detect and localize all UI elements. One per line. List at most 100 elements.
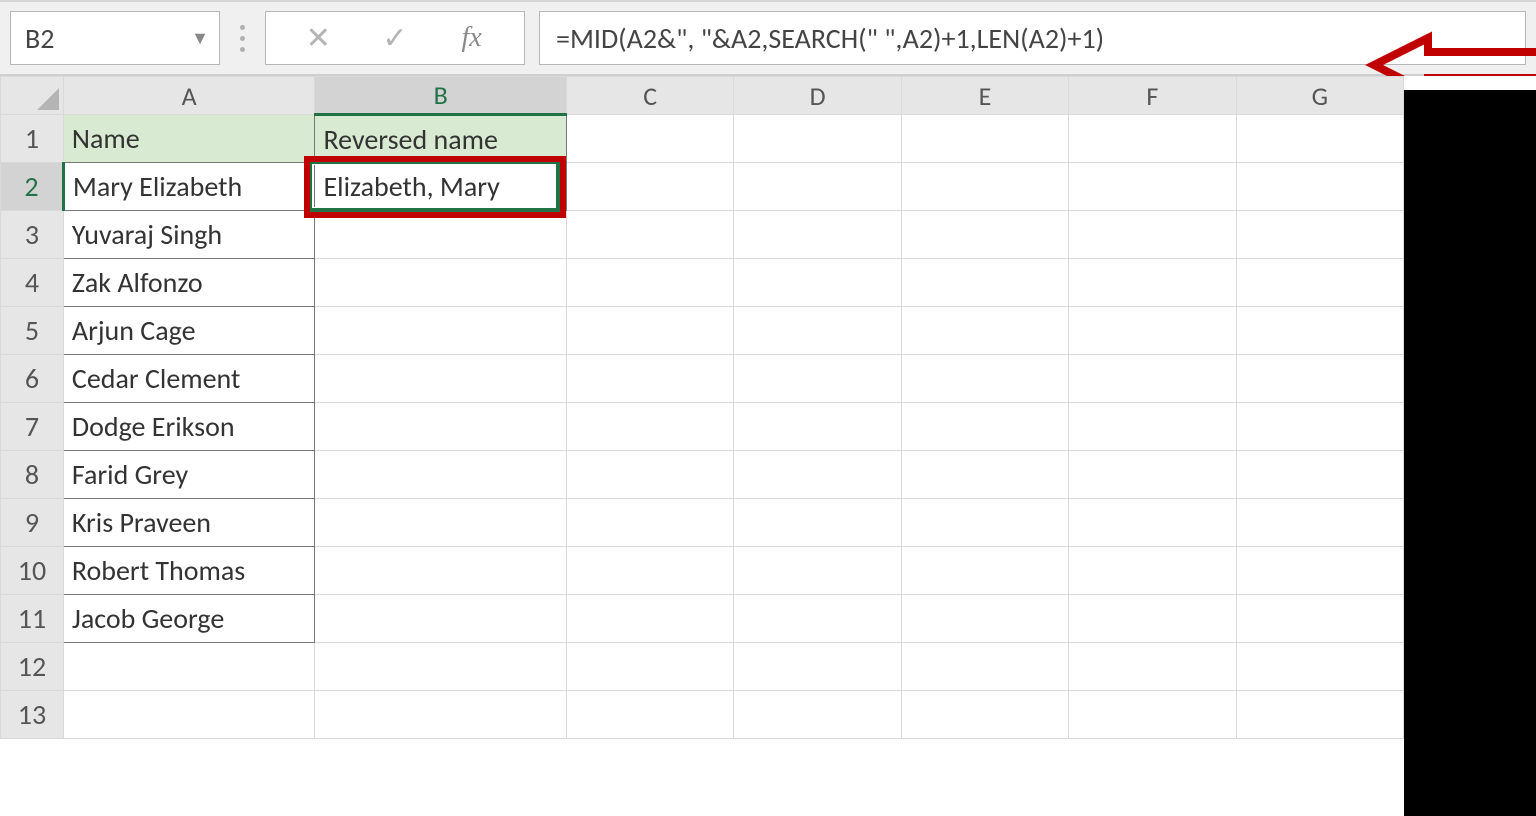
row-header[interactable]: 12 [1, 643, 64, 691]
cell-D6[interactable] [734, 355, 901, 403]
cell-C11[interactable] [567, 595, 734, 643]
cell-A7[interactable]: Dodge Erikson [63, 403, 315, 451]
resize-handle-icon[interactable] [234, 25, 251, 52]
cell-E7[interactable] [901, 403, 1068, 451]
cell-F12[interactable] [1069, 643, 1236, 691]
col-header-C[interactable]: C [567, 77, 734, 115]
cell-B2[interactable]: Elizabeth, Mary [315, 163, 567, 211]
cell-D13[interactable] [734, 691, 901, 739]
cell-C3[interactable] [567, 211, 734, 259]
cell-D1[interactable] [734, 115, 901, 163]
cell-G11[interactable] [1236, 595, 1403, 643]
cell-C12[interactable] [567, 643, 734, 691]
spreadsheet-grid[interactable]: A B C D E F G 1NameReversed name2Mary El… [0, 76, 1536, 816]
cancel-icon[interactable]: ✕ [293, 18, 343, 58]
formula-input[interactable]: =MID(A2&", "&A2,SEARCH(" ",A2)+1,LEN(A2)… [539, 11, 1526, 65]
cell-F10[interactable] [1069, 547, 1236, 595]
cell-D5[interactable] [734, 307, 901, 355]
cell-E11[interactable] [901, 595, 1068, 643]
cell-G10[interactable] [1236, 547, 1403, 595]
cell-G8[interactable] [1236, 451, 1403, 499]
cell-E1[interactable] [901, 115, 1068, 163]
cell-E8[interactable] [901, 451, 1068, 499]
cell-B1[interactable]: Reversed name [315, 115, 567, 163]
cell-B6[interactable] [315, 355, 567, 403]
row-header[interactable]: 6 [1, 355, 64, 403]
cell-B7[interactable] [315, 403, 567, 451]
row-header[interactable]: 7 [1, 403, 64, 451]
cell-B9[interactable] [315, 499, 567, 547]
cell-G13[interactable] [1236, 691, 1403, 739]
col-header-A[interactable]: A [63, 77, 315, 115]
cell-C7[interactable] [567, 403, 734, 451]
cell-G12[interactable] [1236, 643, 1403, 691]
cell-C9[interactable] [567, 499, 734, 547]
cell-B13[interactable] [315, 691, 567, 739]
cell-D2[interactable] [734, 163, 901, 211]
cell-G4[interactable] [1236, 259, 1403, 307]
cell-C10[interactable] [567, 547, 734, 595]
cell-D10[interactable] [734, 547, 901, 595]
cell-A11[interactable]: Jacob George [63, 595, 315, 643]
cell-F8[interactable] [1069, 451, 1236, 499]
cell-C6[interactable] [567, 355, 734, 403]
cell-A4[interactable]: Zak Alfonzo [63, 259, 315, 307]
cell-A8[interactable]: Farid Grey [63, 451, 315, 499]
cell-G1[interactable] [1236, 115, 1403, 163]
row-header[interactable]: 8 [1, 451, 64, 499]
row-header[interactable]: 13 [1, 691, 64, 739]
cell-F4[interactable] [1069, 259, 1236, 307]
cell-D4[interactable] [734, 259, 901, 307]
cell-A10[interactable]: Robert Thomas [63, 547, 315, 595]
col-header-E[interactable]: E [901, 77, 1068, 115]
cell-E5[interactable] [901, 307, 1068, 355]
cell-E12[interactable] [901, 643, 1068, 691]
row-header[interactable]: 11 [1, 595, 64, 643]
cell-C5[interactable] [567, 307, 734, 355]
cell-G5[interactable] [1236, 307, 1403, 355]
cell-B5[interactable] [315, 307, 567, 355]
cell-B8[interactable] [315, 451, 567, 499]
cell-F11[interactable] [1069, 595, 1236, 643]
cell-G7[interactable] [1236, 403, 1403, 451]
cell-D11[interactable] [734, 595, 901, 643]
enter-icon[interactable]: ✓ [370, 18, 420, 58]
cell-A5[interactable]: Arjun Cage [63, 307, 315, 355]
cell-E3[interactable] [901, 211, 1068, 259]
cell-E2[interactable] [901, 163, 1068, 211]
cell-F7[interactable] [1069, 403, 1236, 451]
cell-B4[interactable] [315, 259, 567, 307]
cell-F5[interactable] [1069, 307, 1236, 355]
cell-C8[interactable] [567, 451, 734, 499]
col-header-F[interactable]: F [1069, 77, 1236, 115]
cell-E4[interactable] [901, 259, 1068, 307]
row-header[interactable]: 4 [1, 259, 64, 307]
cell-D8[interactable] [734, 451, 901, 499]
cell-E10[interactable] [901, 547, 1068, 595]
col-header-B[interactable]: B [315, 77, 567, 115]
row-header[interactable]: 2 [1, 163, 64, 211]
cell-G6[interactable] [1236, 355, 1403, 403]
cell-A3[interactable]: Yuvaraj Singh [63, 211, 315, 259]
cell-E9[interactable] [901, 499, 1068, 547]
cell-D12[interactable] [734, 643, 901, 691]
row-header[interactable]: 3 [1, 211, 64, 259]
select-all-corner[interactable] [1, 77, 64, 115]
cell-F13[interactable] [1069, 691, 1236, 739]
fx-icon[interactable]: fx [447, 18, 497, 58]
cell-G2[interactable] [1236, 163, 1403, 211]
col-header-D[interactable]: D [734, 77, 901, 115]
cell-E6[interactable] [901, 355, 1068, 403]
cell-C1[interactable] [567, 115, 734, 163]
row-header[interactable]: 1 [1, 115, 64, 163]
name-box[interactable]: B2 ▼ [10, 11, 220, 65]
cell-F3[interactable] [1069, 211, 1236, 259]
cell-D7[interactable] [734, 403, 901, 451]
cell-B11[interactable] [315, 595, 567, 643]
cell-F1[interactable] [1069, 115, 1236, 163]
cell-G3[interactable] [1236, 211, 1403, 259]
cell-G9[interactable] [1236, 499, 1403, 547]
cell-B12[interactable] [315, 643, 567, 691]
row-header[interactable]: 10 [1, 547, 64, 595]
cell-C13[interactable] [567, 691, 734, 739]
